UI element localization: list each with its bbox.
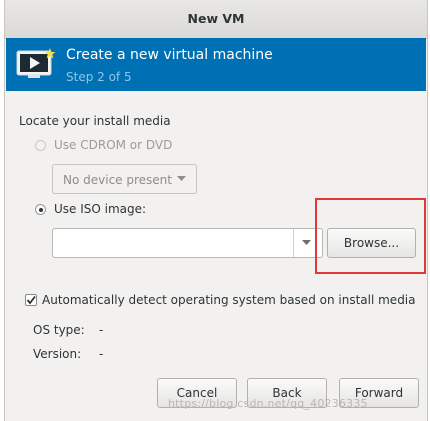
wizard-step: Step 2 of 5 — [66, 70, 132, 84]
wizard-header: Create a new virtual machine Step 2 of 5 — [6, 38, 426, 91]
version-value: - — [99, 347, 104, 361]
window-title: New VM — [187, 11, 245, 26]
title-bar: New VM — [5, 0, 427, 39]
combo-separator — [293, 229, 294, 257]
chevron-down-icon[interactable] — [302, 240, 311, 246]
auto-detect-label: Automatically detect operating system ba… — [42, 293, 416, 307]
virtual-machine-icon — [16, 48, 56, 78]
os-type-value: - — [99, 323, 104, 337]
cdrom-device-value: No device present — [63, 173, 172, 187]
iso-radio-label: Use ISO image: — [54, 202, 147, 216]
install-media-section-label: Locate your install media — [19, 114, 171, 128]
cdrom-radio[interactable] — [35, 140, 46, 151]
new-vm-window: New VM Create a new virtual machine Step… — [4, 0, 428, 421]
iso-radio[interactable] — [35, 204, 46, 215]
iso-path-combobox[interactable] — [52, 228, 323, 258]
annotation-highlight-box — [315, 198, 426, 274]
os-type-label: OS type: — [33, 323, 85, 337]
auto-detect-checkbox[interactable] — [25, 294, 37, 306]
wizard-title: Create a new virtual machine — [66, 47, 273, 63]
watermark-text: https://blog.csdn.net/qq_40236335 — [168, 397, 368, 410]
checkmark-icon — [26, 295, 36, 305]
chevron-down-icon — [177, 176, 186, 181]
cdrom-radio-label: Use CDROM or DVD — [54, 138, 173, 152]
version-label: Version: — [33, 347, 82, 361]
cdrom-device-dropdown[interactable]: No device present — [52, 164, 197, 194]
